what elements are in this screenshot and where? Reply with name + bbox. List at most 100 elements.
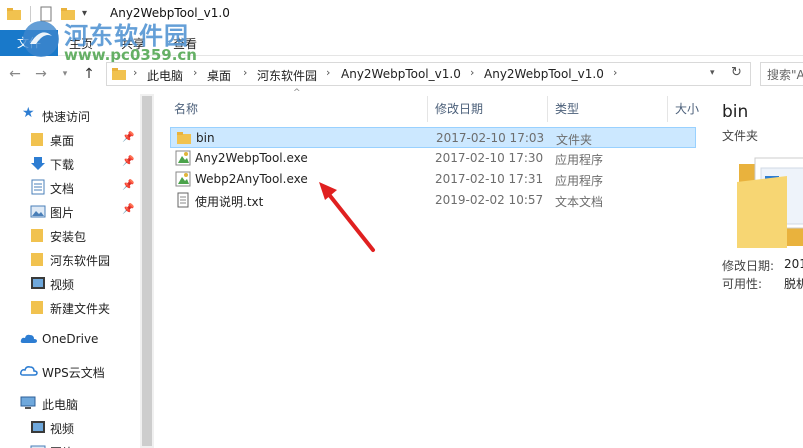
app-icon bbox=[175, 171, 191, 187]
nav-scrollbar[interactable] bbox=[140, 94, 154, 448]
file-list: ^ 名称 修改日期 类型 大小 bin 2017-02-10 17:03 文件夹… bbox=[165, 88, 705, 448]
pin-icon[interactable]: 📌 bbox=[122, 156, 134, 167]
sidebar-item-install-packages[interactable]: 安装包 bbox=[0, 224, 140, 246]
file-name: 使用说明.txt bbox=[195, 195, 264, 209]
folder-icon bbox=[30, 227, 46, 243]
download-icon bbox=[30, 155, 46, 171]
file-type: 文件夹 bbox=[556, 133, 593, 147]
breadcrumb-separator-icon[interactable]: › bbox=[470, 66, 474, 79]
picture-icon bbox=[30, 443, 46, 448]
preview-name: bin bbox=[722, 102, 749, 122]
tab-file[interactable]: 文件 bbox=[0, 30, 58, 56]
recent-locations-icon[interactable]: ▾ bbox=[56, 65, 74, 83]
folder-icon bbox=[30, 299, 46, 315]
preview-availability-label: 可用性: bbox=[722, 277, 763, 291]
sidebar-item-wps-cloud[interactable]: WPS云文档 bbox=[0, 360, 140, 382]
folder-icon bbox=[111, 66, 127, 85]
breadcrumb-separator-icon[interactable]: › bbox=[326, 66, 330, 79]
divider bbox=[30, 6, 31, 22]
sidebar-item-onedrive[interactable]: OneDrive bbox=[0, 328, 140, 350]
file-date: 2017-02-10 17:03 bbox=[436, 131, 545, 145]
large-folder-icon bbox=[737, 154, 803, 249]
file-name: bin bbox=[196, 131, 215, 145]
cloud-icon bbox=[20, 331, 37, 347]
breadcrumb-separator-icon[interactable]: › bbox=[133, 66, 137, 79]
customize-toolbar-icon[interactable]: ▾ bbox=[82, 8, 100, 26]
column-divider[interactable] bbox=[547, 96, 548, 122]
up-arrow-icon[interactable]: ↑ bbox=[80, 65, 98, 83]
preview-availability: 可用性: 脱机 bbox=[722, 275, 803, 292]
scrollbar-thumb[interactable] bbox=[142, 96, 152, 446]
breadcrumb-this-pc[interactable]: 此电脑 bbox=[147, 67, 183, 84]
column-header-name[interactable]: 名称 bbox=[174, 100, 198, 117]
tab-view[interactable]: 查看 bbox=[173, 35, 197, 52]
refresh-icon[interactable]: ↻ bbox=[731, 65, 742, 80]
preview-pane: bin 文件夹 修改日期: 201 可用性: 脱机 bbox=[715, 94, 803, 448]
sidebar-item-desktop[interactable]: 桌面 📌 bbox=[0, 128, 140, 150]
tab-share[interactable]: 共享 bbox=[121, 35, 145, 52]
address-dropdown-icon[interactable]: ▾ bbox=[710, 68, 715, 78]
folder-icon bbox=[30, 251, 46, 267]
column-divider[interactable] bbox=[667, 96, 668, 122]
title-bar: ▾ Any2WebpTool_v1.0 bbox=[0, 0, 803, 30]
search-input[interactable]: 搜索"A bbox=[760, 62, 803, 86]
breadcrumb-separator-icon[interactable]: › bbox=[613, 66, 617, 79]
tab-home[interactable]: 主页 bbox=[69, 35, 93, 52]
star-icon: ★ bbox=[22, 105, 35, 121]
new-folder-icon[interactable] bbox=[60, 6, 78, 24]
breadcrumb-hedong[interactable]: 河东软件园 bbox=[257, 67, 317, 84]
computer-icon bbox=[20, 395, 36, 411]
preview-modified-label: 修改日期: bbox=[722, 259, 775, 273]
sidebar-item-hedong[interactable]: 河东软件园 bbox=[0, 248, 140, 270]
column-header-size[interactable]: 大小 bbox=[675, 100, 699, 117]
pin-icon[interactable]: 📌 bbox=[122, 180, 134, 191]
properties-icon[interactable] bbox=[38, 6, 56, 24]
file-row-bin[interactable]: bin 2017-02-10 17:03 文件夹 bbox=[170, 127, 696, 148]
video-icon bbox=[30, 419, 46, 435]
sidebar-item-pc-videos[interactable]: 视频 bbox=[0, 416, 140, 438]
sidebar-item-this-pc[interactable]: 此电脑 bbox=[0, 392, 140, 414]
breadcrumb-separator-icon[interactable]: › bbox=[243, 66, 247, 79]
file-type: 应用程序 bbox=[555, 153, 604, 167]
sidebar-item-downloads[interactable]: 下载 📌 bbox=[0, 152, 140, 174]
pin-icon[interactable]: 📌 bbox=[122, 132, 134, 143]
folder-icon bbox=[30, 131, 46, 147]
window-title: Any2WebpTool_v1.0 bbox=[110, 6, 230, 20]
pin-icon[interactable]: 📌 bbox=[122, 204, 134, 215]
file-name: Any2WebpTool.exe bbox=[195, 151, 308, 165]
navigation-pane: ★ 快速访问 桌面 📌 下载 📌 文档 📌 图片 📌 安装包 河东软件园 视频 … bbox=[0, 94, 140, 448]
sidebar-item-new-folder[interactable]: 新建文件夹 bbox=[0, 296, 140, 318]
file-row-any2webptool[interactable]: Any2WebpTool.exe 2017-02-10 17:30 应用程序 bbox=[170, 148, 696, 169]
sort-ascending-icon: ^ bbox=[293, 88, 301, 98]
folder-icon bbox=[176, 130, 192, 146]
address-bar[interactable]: › 此电脑 › 桌面 › 河东软件园 › Any2WebpTool_v1.0 ›… bbox=[106, 62, 751, 86]
file-date: 2017-02-10 17:30 bbox=[435, 151, 544, 165]
app-icon bbox=[175, 150, 191, 166]
ribbon: 文件 主页 共享 查看 bbox=[0, 30, 803, 56]
breadcrumb-any2webptool-current[interactable]: Any2WebpTool_v1.0 bbox=[484, 67, 604, 81]
cloud-icon bbox=[20, 363, 38, 379]
text-file-icon bbox=[175, 192, 191, 208]
sidebar-item-documents[interactable]: 文档 📌 bbox=[0, 176, 140, 198]
back-arrow-icon[interactable]: ← bbox=[6, 65, 24, 83]
sidebar-item-videos[interactable]: 视频 bbox=[0, 272, 140, 294]
file-date: 2019-02-02 10:57 bbox=[435, 193, 544, 207]
file-type: 应用程序 bbox=[555, 174, 604, 188]
sidebar-item-pc-pictures[interactable]: 图片 bbox=[0, 440, 140, 448]
picture-icon bbox=[30, 203, 46, 219]
column-divider[interactable] bbox=[427, 96, 428, 122]
file-type: 文本文档 bbox=[555, 195, 604, 209]
breadcrumb-desktop[interactable]: 桌面 bbox=[207, 67, 231, 84]
preview-type: 文件夹 bbox=[722, 129, 759, 143]
file-row-readme[interactable]: 使用说明.txt 2019-02-02 10:57 文本文档 bbox=[170, 190, 696, 211]
forward-arrow-icon[interactable]: → bbox=[32, 65, 50, 83]
sidebar-item-quick-access[interactable]: ★ 快速访问 bbox=[0, 104, 140, 126]
video-icon bbox=[30, 275, 46, 291]
column-header-date[interactable]: 修改日期 bbox=[435, 100, 483, 117]
column-header-type[interactable]: 类型 bbox=[555, 100, 579, 117]
preview-availability-value: 脱机 bbox=[784, 277, 803, 291]
breadcrumb-separator-icon[interactable]: › bbox=[193, 66, 197, 79]
file-row-webp2anytool[interactable]: Webp2AnyTool.exe 2017-02-10 17:31 应用程序 bbox=[170, 169, 696, 190]
sidebar-item-pictures[interactable]: 图片 📌 bbox=[0, 200, 140, 222]
breadcrumb-any2webptool-parent[interactable]: Any2WebpTool_v1.0 bbox=[341, 67, 461, 81]
